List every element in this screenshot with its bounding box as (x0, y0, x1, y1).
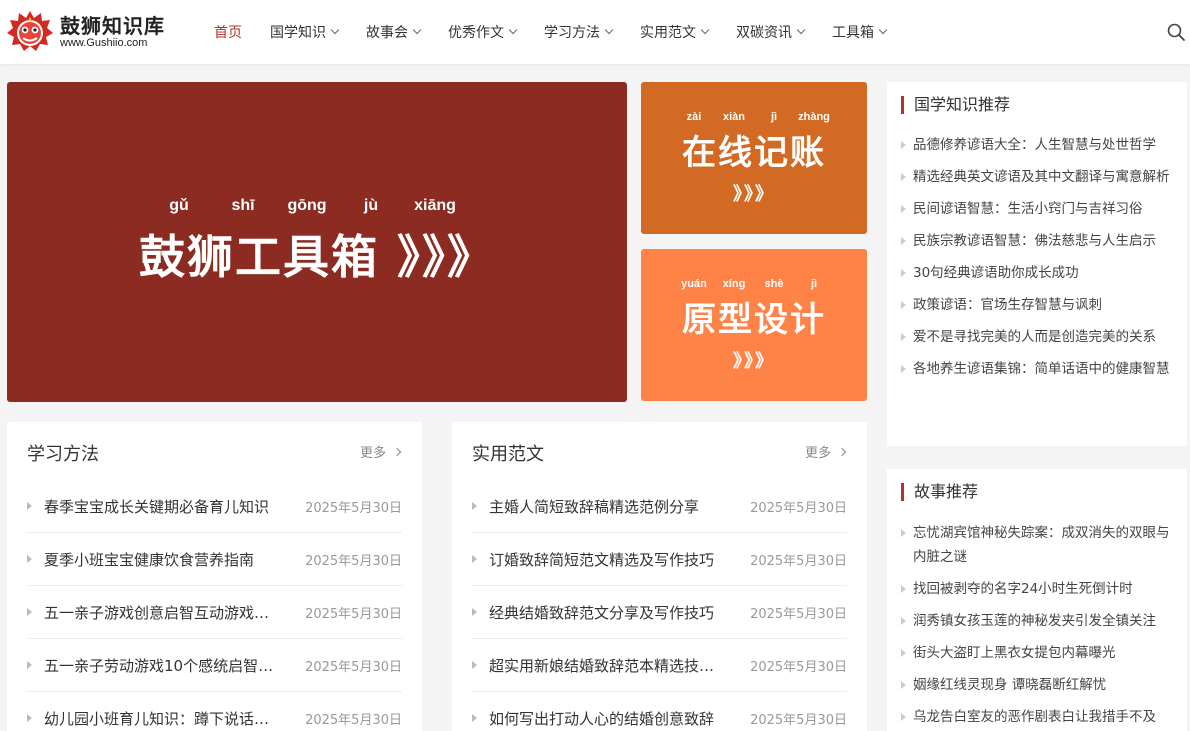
bullet-icon (27, 502, 32, 510)
panel-title: 实用范文 (472, 444, 544, 465)
nav-study-methods[interactable]: 学习方法 (544, 22, 614, 42)
list-item[interactable]: 精选经典英文谚语及其中文翻译与寓意解析 (901, 165, 1173, 189)
list-item[interactable]: 民间谚语智慧：生活小窍门与吉祥习俗 (901, 197, 1173, 221)
chevron-down-icon (508, 25, 518, 35)
bullet-icon (901, 269, 906, 277)
banner-pinyin: gǔ shī gōng jù xiāng (169, 197, 456, 214)
chevron-down-icon (330, 25, 340, 35)
chevron-down-icon (796, 25, 806, 35)
nav-toolbox[interactable]: 工具箱 (832, 22, 888, 42)
bullet-icon (27, 555, 32, 563)
list-item[interactable]: 主婚人简短致辞稿精选范例分享 2025年5月30日 (472, 480, 847, 533)
list-item[interactable]: 春季宝宝成长关键期必备育儿知识 2025年5月30日 (27, 480, 402, 533)
widget-title: 国学知识推荐 (901, 96, 1010, 114)
list-item[interactable]: 品德修养谚语大全：人生智慧与处世哲学 (901, 133, 1173, 157)
bullet-icon (27, 661, 32, 669)
list-item[interactable]: 订婚致辞简短范文精选及写作技巧 2025年5月30日 (472, 533, 847, 586)
list-item[interactable]: 忘忧湖宾馆神秘失踪案：成双消失的双眼与内脏之谜 (901, 521, 1173, 569)
widget-title: 故事推荐 (901, 483, 978, 501)
guoxue-recommend-widget: 国学知识推荐 品德修养谚语大全：人生智慧与处世哲学 精选经典英文谚语及其中文翻译… (887, 82, 1187, 446)
bullet-icon (472, 608, 477, 616)
bullet-icon (472, 502, 477, 510)
banner-title: 在线记账 (682, 132, 826, 173)
site-logo[interactable]: 鼓狮知识库 www.Gushiio.com (6, 8, 165, 56)
bullet-icon (472, 555, 477, 563)
lion-logo-icon (6, 9, 54, 55)
study-methods-panel: 学习方法 更多 春季宝宝成长关键期必备育儿知识 2025年5月30日 夏季小班宝宝… (7, 422, 422, 731)
list-item[interactable]: 姻缘红线灵现身 谭晓磊断红解忧 (901, 673, 1173, 697)
list-item[interactable]: 爱不是寻找完美的人而是创造完美的关系 (901, 325, 1173, 349)
bullet-icon (901, 237, 906, 245)
nav-essays[interactable]: 优秀作文 (448, 22, 518, 42)
bullet-icon (901, 585, 906, 593)
list-item[interactable]: 找回被剥夺的名字24小时生死倒计时 (901, 577, 1173, 601)
more-link[interactable]: 更多 (805, 442, 847, 461)
chevron-down-icon (878, 25, 888, 35)
list-item[interactable]: 五一亲子劳动游戏10个感统启智… 2025年5月30日 (27, 639, 402, 692)
nav-home[interactable]: 首页 (214, 22, 242, 42)
bullet-icon (901, 529, 906, 537)
site-header: 鼓狮知识库 www.Gushiio.com 首页 国学知识 故事会 优秀作文 学… (0, 0, 1190, 64)
chevron-right-icon (837, 447, 847, 456)
banner-pinyin: yuán xíng shè jì (681, 277, 818, 290)
chevron-down-icon (412, 25, 422, 35)
search-icon[interactable] (1166, 22, 1186, 42)
accounting-banner[interactable]: zài xiàn jì zhàng 在线记账 》》》 (641, 82, 867, 234)
bullet-icon (901, 333, 906, 341)
arrows-icon: 》》》 (733, 350, 775, 372)
bullet-icon (901, 205, 906, 213)
bullet-icon (901, 301, 906, 309)
more-link[interactable]: 更多 (360, 442, 402, 461)
list-item[interactable]: 政策谚语：官场生存智慧与讽刺 (901, 293, 1173, 317)
bullet-icon (472, 714, 477, 722)
nav-templates[interactable]: 实用范文 (640, 22, 710, 42)
list-item[interactable]: 超实用新娘结婚致辞范本精选技… 2025年5月30日 (472, 639, 847, 692)
list-item[interactable]: 五一亲子游戏创意启智互动游戏… 2025年5月30日 (27, 586, 402, 639)
panel-title: 学习方法 (27, 444, 99, 465)
toolbox-banner[interactable]: gǔ shī gōng jù xiāng 鼓狮工具箱 》》》 (7, 82, 627, 402)
site-url: www.Gushiio.com (60, 36, 148, 49)
list-item[interactable]: 夏季小班宝宝健康饮食营养指南 2025年5月30日 (27, 533, 402, 586)
list-item[interactable]: 各地养生谚语集锦：简单话语中的健康智慧 (901, 357, 1173, 381)
banner-title: 鼓狮工具箱 》》》 (138, 230, 495, 284)
prototype-banner[interactable]: yuán xíng shè jì 原型设计 》》》 (641, 249, 867, 401)
bullet-icon (27, 608, 32, 616)
list-item[interactable]: 经典结婚致辞范文分享及写作技巧 2025年5月30日 (472, 586, 847, 639)
banner-title: 原型设计 (682, 299, 826, 340)
nav-guoxue[interactable]: 国学知识 (270, 22, 340, 42)
bullet-icon (901, 365, 906, 373)
site-title: 鼓狮知识库 (60, 13, 165, 38)
story-recommend-widget: 故事推荐 忘忧湖宾馆神秘失踪案：成双消失的双眼与内脏之谜 找回被剥夺的名字24小… (887, 469, 1187, 731)
list-item[interactable]: 街头大盗盯上黑衣女提包内幕曝光 (901, 641, 1173, 665)
chevron-down-icon (604, 25, 614, 35)
bullet-icon (901, 173, 906, 181)
nav-carbon-news[interactable]: 双碳资讯 (736, 22, 806, 42)
bullet-icon (901, 649, 906, 657)
bullet-icon (27, 714, 32, 722)
chevron-right-icon (392, 447, 402, 456)
templates-panel: 实用范文 更多 主婚人简短致辞稿精选范例分享 2025年5月30日 订婚致辞简短范… (452, 422, 867, 731)
banner-pinyin: zài xiàn jì zhàng (686, 110, 830, 123)
bullet-icon (901, 617, 906, 625)
nav-stories[interactable]: 故事会 (366, 22, 422, 42)
list-item[interactable]: 如何写出打动人心的结婚创意致辞 2025年5月30日 (472, 692, 847, 731)
list-item[interactable]: 民族宗教谚语智慧：佛法慈悲与人生启示 (901, 229, 1173, 253)
main-nav: 首页 国学知识 故事会 优秀作文 学习方法 实用范文 双碳资讯 工具箱 (214, 0, 914, 64)
list-item[interactable]: 30句经典谚语助你成长成功 (901, 261, 1173, 285)
arrows-icon: 》》》 (733, 183, 775, 205)
bullet-icon (901, 681, 906, 689)
list-item[interactable]: 乌龙告白室友的恶作剧表白让我措手不及 (901, 705, 1173, 729)
bullet-icon (901, 141, 906, 149)
list-item[interactable]: 幼儿园小班育儿知识：蹲下说话… 2025年5月30日 (27, 692, 402, 731)
bullet-icon (472, 661, 477, 669)
list-item[interactable]: 润秀镇女孩玉莲的神秘发夹引发全镇关注 (901, 609, 1173, 633)
bullet-icon (901, 713, 906, 721)
chevron-down-icon (700, 25, 710, 35)
